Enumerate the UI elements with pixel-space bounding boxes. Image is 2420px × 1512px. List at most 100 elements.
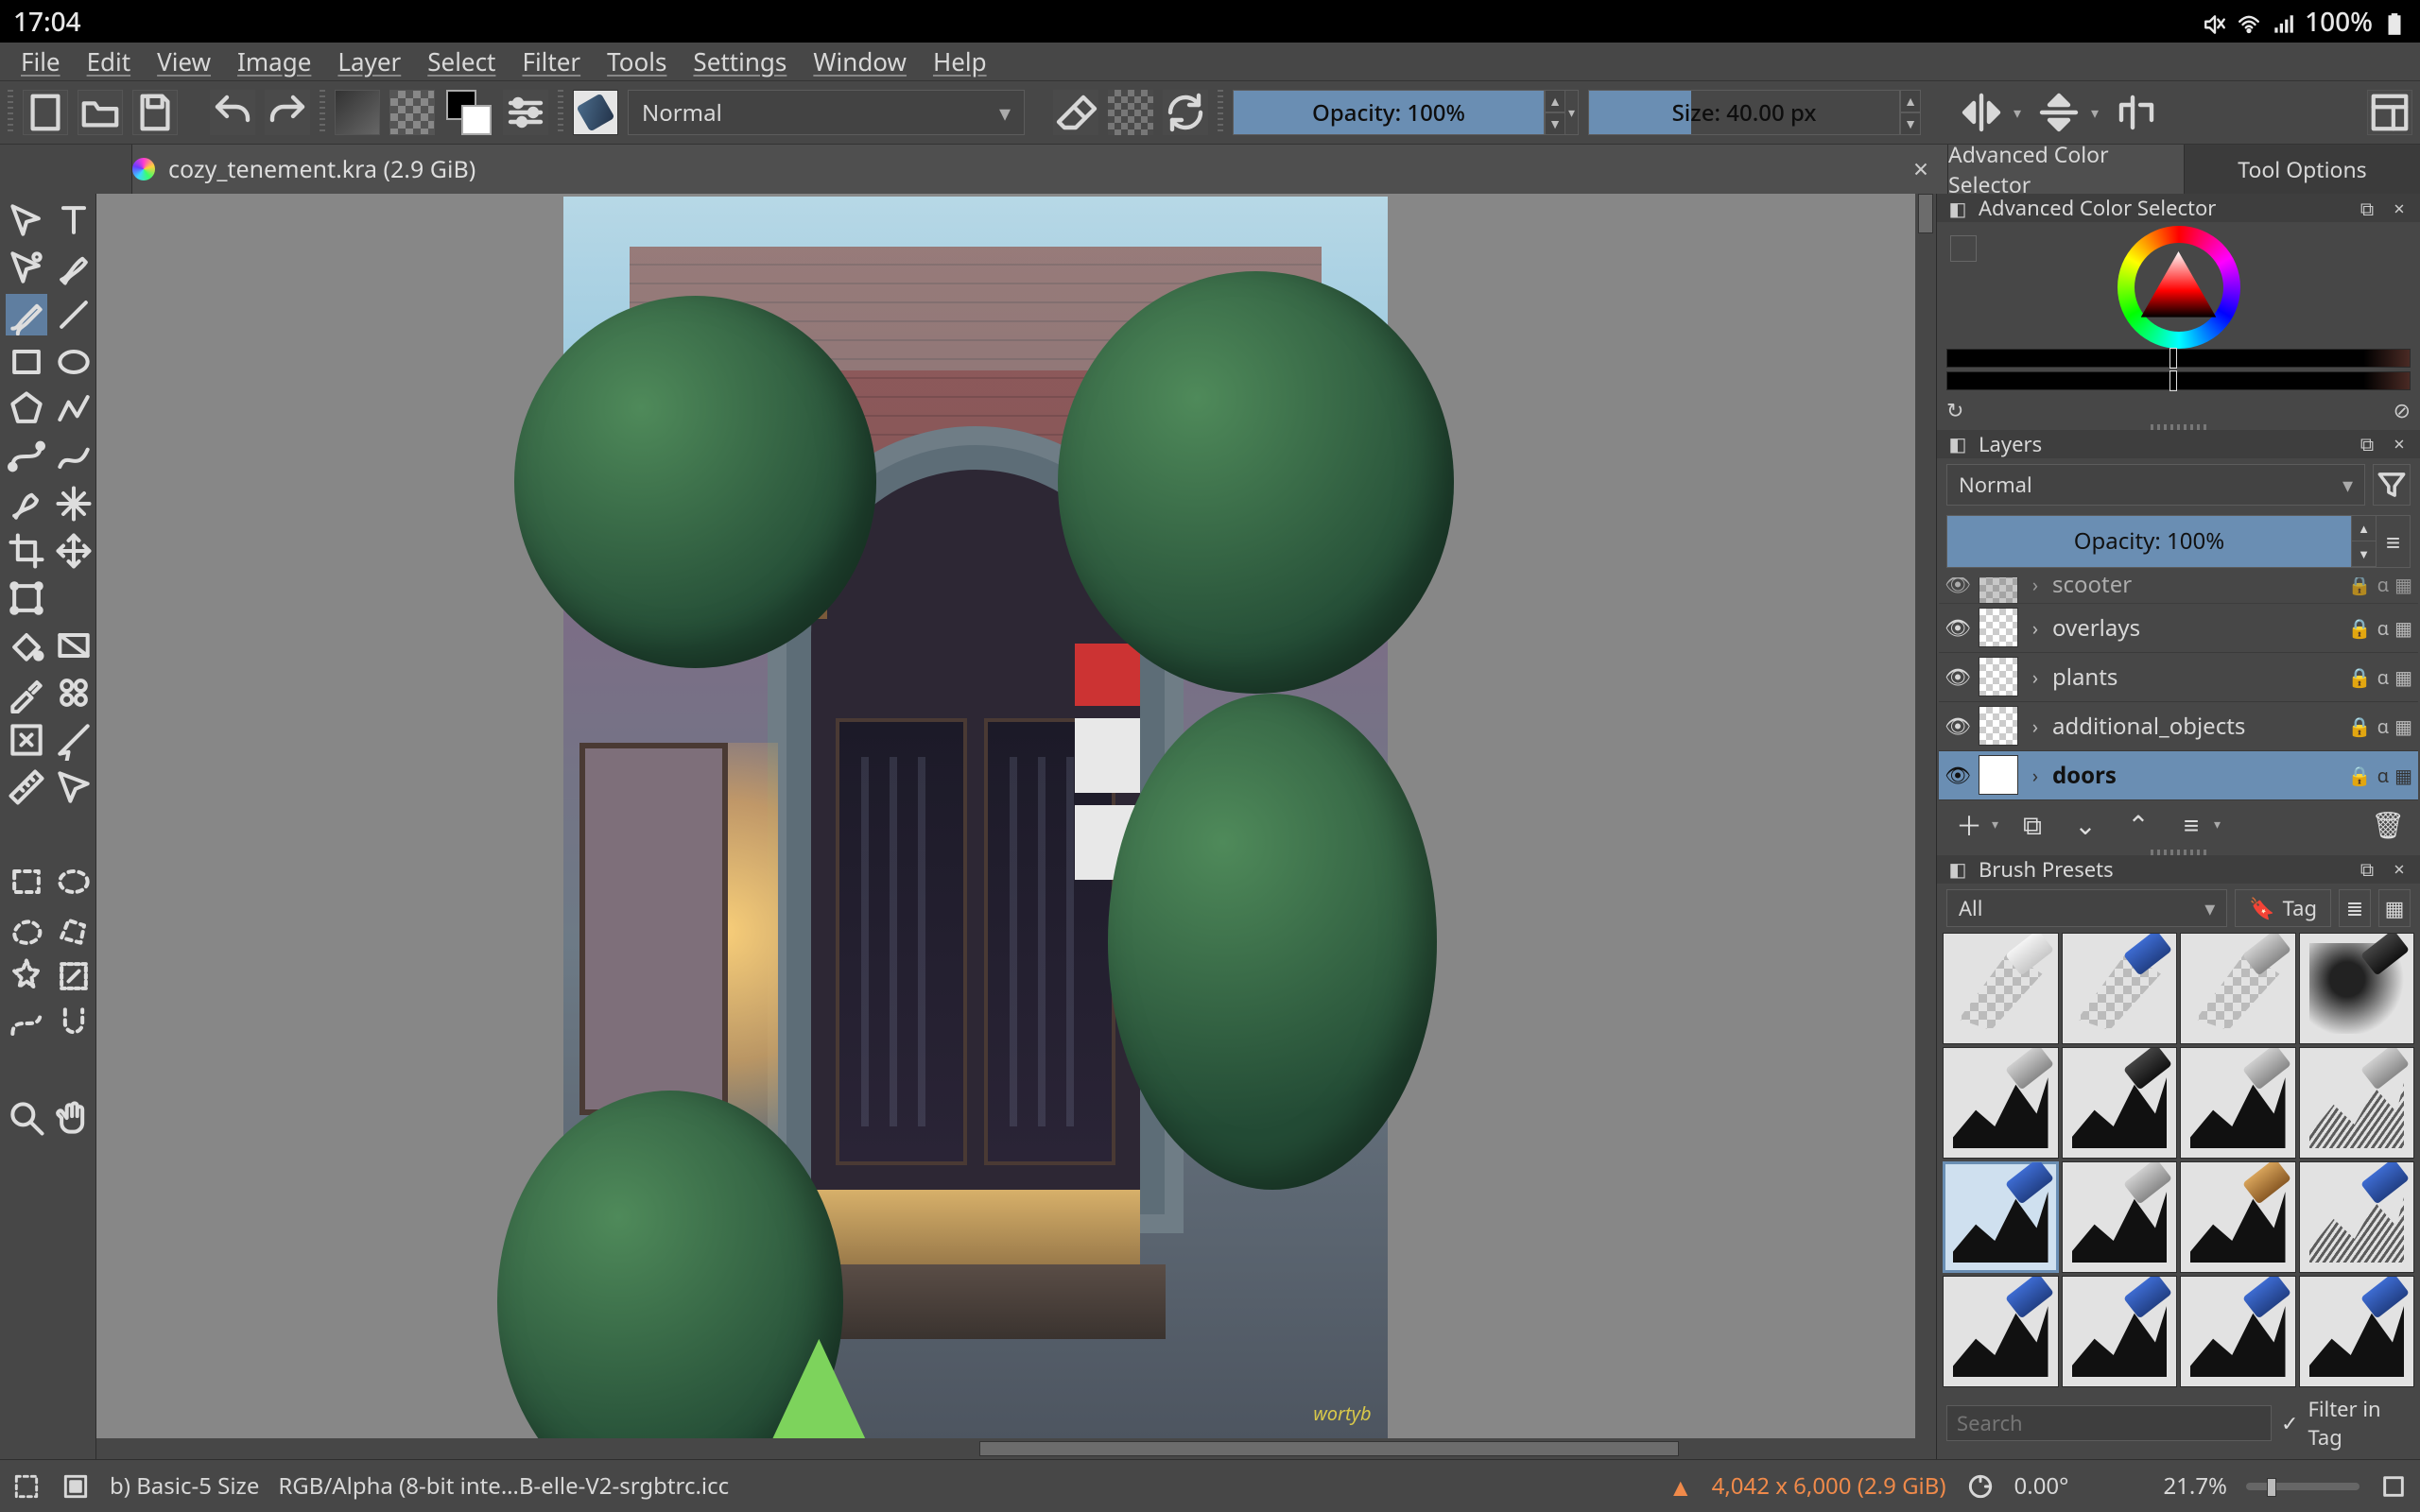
eraser-toggle-button[interactable] [1053, 90, 1098, 135]
bezier-select-tool[interactable] [6, 1003, 47, 1044]
inherit-alpha-icon[interactable]: ▦ [2394, 615, 2412, 641]
lock-icon[interactable]: 🔒 [2348, 577, 2372, 597]
rect-select-tool[interactable] [6, 861, 47, 902]
brush-preset[interactable] [2299, 1161, 2415, 1273]
close-docker-icon[interactable]: × [2388, 858, 2411, 881]
layer-item[interactable]: 👁 › doors 🔒α▦ [1939, 751, 2418, 800]
alpha-lock-button[interactable] [1108, 90, 1153, 135]
pattern-edit-tool[interactable] [53, 672, 95, 713]
line-tool[interactable] [53, 294, 95, 335]
opacity-menu[interactable]: ▾ [1565, 90, 1579, 135]
blend-mode-dropdown[interactable]: Normal [628, 90, 1025, 135]
brush-preset[interactable] [1943, 1161, 2059, 1273]
zoom-tool[interactable] [6, 1097, 47, 1139]
brush-preset[interactable] [2299, 1047, 2415, 1159]
layer-opacity-down[interactable]: ▼ [2351, 541, 2376, 567]
brush-preset[interactable] [2299, 1276, 2415, 1387]
edit-shapes-tool[interactable] [6, 247, 47, 288]
smart-patch-tool[interactable] [6, 719, 47, 761]
visibility-toggle-icon[interactable]: 👁 [1945, 761, 1971, 789]
status-rotation[interactable]: 0.00° [2014, 1470, 2069, 1502]
move-layer-down-button[interactable]: ⌄ [2066, 806, 2104, 844]
rotation-reset-button[interactable] [1965, 1471, 1996, 1502]
preset-tag-dropdown[interactable]: All [1946, 889, 2227, 927]
reference-tool[interactable] [53, 766, 95, 808]
brush-size-slider[interactable]: Size: 40.00 px [1588, 90, 1900, 135]
similar-select-tool[interactable] [53, 955, 95, 997]
layer-name[interactable]: scooter [2052, 577, 2341, 600]
polyline-tool[interactable] [53, 388, 95, 430]
color-picker-tool[interactable] [6, 672, 47, 713]
color-clear-icon[interactable]: ⊘ [2394, 396, 2411, 424]
preset-view-grid-button[interactable]: ▦ [2378, 889, 2411, 927]
zoom-fit-button[interactable] [2378, 1471, 2409, 1502]
menu-help[interactable]: Help [920, 41, 1000, 82]
expand-group-icon[interactable]: › [2026, 763, 2045, 788]
color-selector-body[interactable] [1937, 222, 2420, 349]
text-tool[interactable] [53, 199, 95, 241]
delete-layer-button[interactable]: 🗑 [2369, 806, 2407, 844]
canvas[interactable]: wortyb [563, 197, 1388, 1438]
detach-docker-icon[interactable]: ⧉ [2356, 197, 2378, 219]
ellipse-tool[interactable] [53, 341, 95, 383]
detach-docker-icon[interactable]: ⧉ [2356, 858, 2378, 881]
toolbar-grip[interactable] [8, 90, 13, 135]
gradient-button[interactable] [335, 90, 380, 135]
visibility-toggle-icon[interactable]: 👁 [1945, 712, 1971, 740]
lock-icon[interactable]: 🔒 [2348, 713, 2372, 739]
selection-mode-icon[interactable] [11, 1471, 42, 1502]
vertical-scrollbar[interactable] [1915, 194, 1936, 1438]
menu-view[interactable]: View [144, 41, 224, 82]
move-layer-up-button[interactable]: ⌃ [2119, 806, 2157, 844]
brush-preset[interactable] [2062, 1276, 2178, 1387]
close-docker-icon[interactable]: × [2388, 433, 2411, 455]
layer-name[interactable]: additional_objects [2052, 711, 2341, 742]
transform-tool[interactable] [6, 577, 47, 619]
layer-blend-mode-dropdown[interactable]: Normal [1946, 464, 2365, 506]
workspace-chooser-button[interactable] [2367, 90, 2412, 135]
crop-tool[interactable] [6, 530, 47, 572]
lock-icon[interactable]: 🔒 [2348, 664, 2372, 690]
multibrush-tool[interactable] [53, 483, 95, 524]
alpha-icon[interactable]: α [2377, 713, 2389, 739]
layer-opacity-up[interactable]: ▲ [2351, 516, 2376, 541]
contiguous-select-tool[interactable] [6, 955, 47, 997]
visibility-toggle-icon[interactable]: 👁 [1945, 613, 1971, 642]
rectangle-tool[interactable] [6, 341, 47, 383]
layer-name[interactable]: overlays [2052, 612, 2341, 644]
presets-docker-title[interactable]: ◧ Brush Presets ⧉ × [1937, 855, 2420, 884]
status-dimensions[interactable]: 4,042 x 6,000 (2.9 GiB) [1712, 1470, 1946, 1502]
lock-icon[interactable]: 🔒 [2348, 763, 2372, 788]
lock-icon[interactable]: 🔒 [2348, 615, 2372, 641]
alpha-icon[interactable]: α [2377, 664, 2389, 690]
toolbar-grip[interactable] [558, 90, 563, 135]
new-document-button[interactable] [23, 90, 68, 135]
layer-filter-button[interactable] [2373, 464, 2411, 506]
status-zoom[interactable]: 21.7% [2163, 1470, 2227, 1502]
shade-selector[interactable] [1946, 349, 2411, 389]
freehand-brush-tool[interactable] [6, 294, 47, 335]
bezier-tool[interactable] [6, 436, 47, 477]
selection-mask-icon[interactable] [60, 1471, 91, 1502]
float-docker-icon[interactable]: ◧ [1946, 197, 1969, 219]
zoom-slider[interactable] [2246, 1483, 2360, 1490]
reload-preset-button[interactable] [1163, 90, 1208, 135]
add-layer-button[interactable]: ＋ [1950, 806, 1988, 844]
preset-view-list-button[interactable]: ≣ [2339, 889, 2371, 927]
visibility-toggle-icon[interactable]: 👁 [1945, 662, 1971, 691]
float-docker-icon[interactable]: ◧ [1946, 858, 1969, 881]
inherit-alpha-icon[interactable]: ▦ [2394, 577, 2412, 597]
move-tool[interactable] [6, 199, 47, 241]
brush-size-spin[interactable]: ▲▼ [1900, 90, 1921, 135]
mirror-horizontal-button[interactable] [1959, 90, 2004, 135]
alpha-icon[interactable]: α [2377, 577, 2389, 597]
menu-filter[interactable]: Filter [509, 41, 594, 82]
opacity-slider[interactable]: Opacity: 100% [1233, 90, 1545, 135]
menu-window[interactable]: Window [800, 41, 920, 82]
menu-settings[interactable]: Settings [680, 41, 800, 82]
alpha-icon[interactable]: α [2377, 763, 2389, 788]
toolbar-grip[interactable] [320, 90, 325, 135]
brush-preset[interactable] [2180, 1276, 2296, 1387]
expand-group-icon[interactable]: › [2026, 615, 2045, 641]
menu-edit[interactable]: Edit [74, 41, 145, 82]
